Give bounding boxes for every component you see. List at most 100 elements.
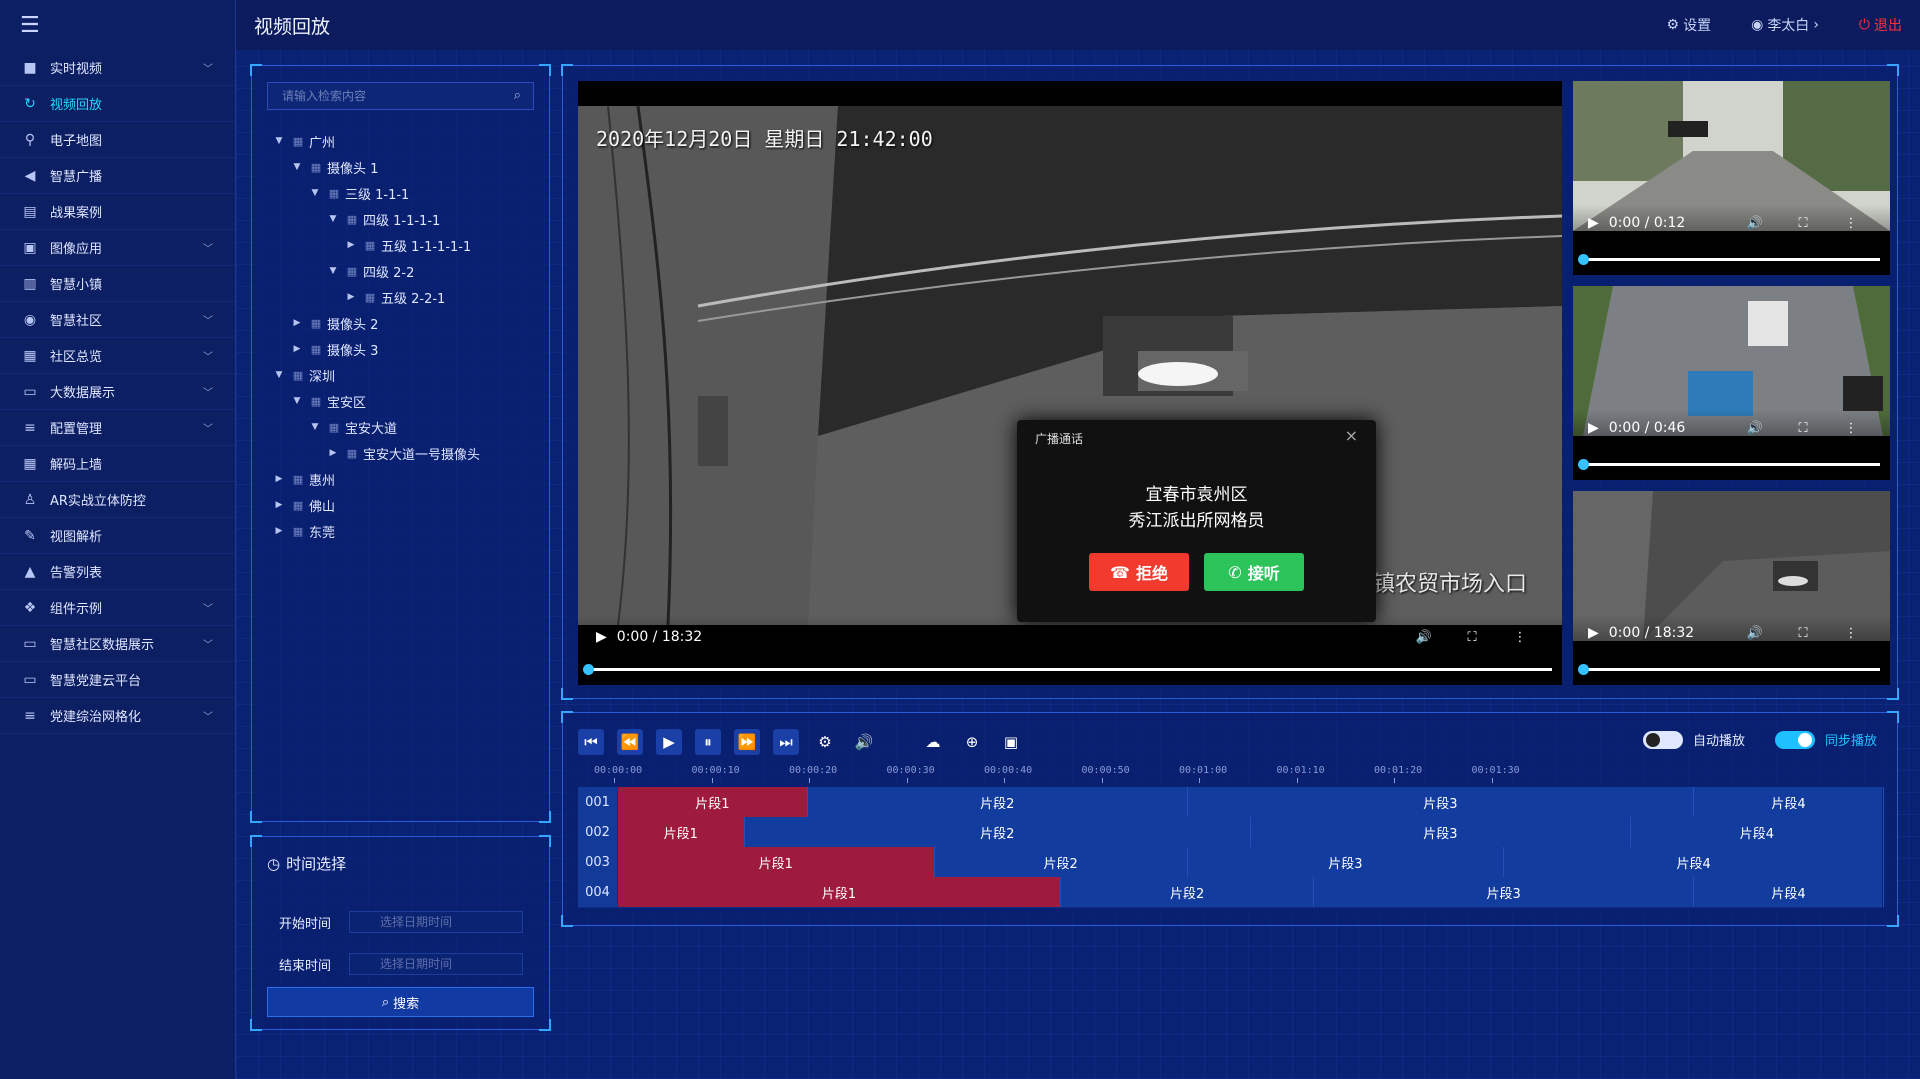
caret-down-icon[interactable]: ▼ xyxy=(308,422,322,432)
tree-node[interactable]: ▶ ▦ 五级 1-1-1-1-1 xyxy=(272,232,549,258)
progress-knob[interactable] xyxy=(1578,459,1589,470)
tree-node[interactable]: ▶ ▦ 摄像头 2 xyxy=(272,310,549,336)
thumb-progress-bar-3[interactable] xyxy=(1578,664,1880,675)
sidebar-item-12[interactable]: ♙ AR实战立体防控 xyxy=(0,482,235,518)
more-options-icon[interactable]: ⋮ xyxy=(1496,630,1544,645)
fullscreen-icon[interactable]: ⛶ xyxy=(1779,421,1827,436)
tree-node[interactable]: ▶ ▦ 东莞 xyxy=(272,518,549,544)
tree-node[interactable]: ▼ ▦ 四级 1-1-1-1 xyxy=(272,206,549,232)
caret-right-icon[interactable]: ▶ xyxy=(326,448,340,458)
settings-link[interactable]: ⚙ 设置 xyxy=(1667,15,1712,35)
sidebar-item-3[interactable]: ◀ 智慧广播 xyxy=(0,158,235,194)
progress-knob[interactable] xyxy=(1578,254,1589,265)
end-time-input[interactable] xyxy=(349,953,523,975)
fullscreen-icon[interactable]: ⛶ xyxy=(1779,626,1827,641)
close-icon[interactable]: × xyxy=(1345,426,1358,445)
caret-right-icon[interactable]: ▶ xyxy=(344,292,358,302)
sidebar-item-4[interactable]: ▤ 战果案例 xyxy=(0,194,235,230)
video-progress-bar[interactable] xyxy=(583,664,1552,675)
sidebar-item-6[interactable]: ▥ 智慧小镇 xyxy=(0,266,235,302)
tree-node[interactable]: ▶ ▦ 宝安大道一号摄像头 xyxy=(272,440,549,466)
timeline-segment[interactable]: 片段3 xyxy=(1251,817,1631,847)
caret-right-icon[interactable]: ▶ xyxy=(290,318,304,328)
tree-node[interactable]: ▼ ▦ 宝安大道 xyxy=(272,414,549,440)
sidebar-item-18[interactable]: ≡ 党建综治网格化 ﹀ xyxy=(0,698,235,734)
caret-down-icon[interactable]: ▼ xyxy=(290,396,304,406)
tree-node[interactable]: ▼ ▦ 广州 xyxy=(272,128,549,154)
tree-search-input[interactable] xyxy=(282,89,492,103)
sidebar-item-14[interactable]: ▲ 告警列表 xyxy=(0,554,235,590)
thumb-progress-bar-1[interactable] xyxy=(1578,254,1880,265)
sidebar-item-8[interactable]: ▦ 社区总览 ﹀ xyxy=(0,338,235,374)
sidebar-item-5[interactable]: ▣ 图像应用 ﹀ xyxy=(0,230,235,266)
progress-knob[interactable] xyxy=(1578,664,1589,675)
sidebar-item-10[interactable]: ≡ 配置管理 ﹀ xyxy=(0,410,235,446)
sidebar-item-0[interactable]: ■ 实时视频 ﹀ xyxy=(0,50,235,86)
skip-end-icon[interactable]: ⏭ xyxy=(773,729,799,755)
fullscreen-icon[interactable]: ⛶ xyxy=(1779,216,1827,231)
play-icon[interactable]: ▶ xyxy=(656,729,682,755)
volume-icon[interactable]: 🔊 xyxy=(1400,630,1448,645)
caret-down-icon[interactable]: ▼ xyxy=(326,266,340,276)
tree-node[interactable]: ▼ ▦ 深圳 xyxy=(272,362,549,388)
sidebar-item-7[interactable]: ◉ 智慧社区 ﹀ xyxy=(0,302,235,338)
tree-node[interactable]: ▶ ▦ 五级 2-2-1 xyxy=(272,284,549,310)
sidebar-item-17[interactable]: ▭ 智慧党建云平台 xyxy=(0,662,235,698)
more-options-icon[interactable]: ⋮ xyxy=(1827,626,1875,641)
image-icon[interactable]: ▣ xyxy=(998,729,1024,755)
timeline-segment[interactable]: 片段4 xyxy=(1504,847,1884,877)
caret-down-icon[interactable]: ▼ xyxy=(308,188,322,198)
sidebar-item-16[interactable]: ▭ 智慧社区数据展示 ﹀ xyxy=(0,626,235,662)
play-icon[interactable]: ▶ xyxy=(1588,420,1599,436)
progress-knob[interactable] xyxy=(583,664,594,675)
more-options-icon[interactable]: ⋮ xyxy=(1827,216,1875,231)
rewind-icon[interactable]: ⏪ xyxy=(617,729,643,755)
search-button[interactable]: ⌕ 搜索 xyxy=(267,987,534,1017)
timeline-segment[interactable]: 片段4 xyxy=(1694,787,1884,817)
tree-node[interactable]: ▼ ▦ 四级 2-2 xyxy=(272,258,549,284)
caret-right-icon[interactable]: ▶ xyxy=(272,500,286,510)
sidebar-item-2[interactable]: ⚲ 电子地图 xyxy=(0,122,235,158)
caret-down-icon[interactable]: ▼ xyxy=(326,214,340,224)
skip-start-icon[interactable]: ⏮ xyxy=(578,729,604,755)
cloud-download-icon[interactable]: ☁ xyxy=(920,729,946,755)
timeline-segment[interactable]: 片段3 xyxy=(1188,787,1695,817)
timeline-segment[interactable]: 片段1 xyxy=(618,877,1062,907)
timeline-segment[interactable]: 片段2 xyxy=(935,847,1188,877)
reject-call-button[interactable]: ☎ 拒绝 xyxy=(1089,553,1189,591)
accept-call-button[interactable]: ✆ 接听 xyxy=(1204,553,1304,591)
volume-icon[interactable]: 🔊 xyxy=(1731,421,1779,436)
timeline-segment[interactable]: 片段3 xyxy=(1314,877,1695,907)
timeline-segment[interactable]: 片段4 xyxy=(1631,817,1884,847)
pause-icon[interactable]: ⏸ xyxy=(695,729,721,755)
caret-right-icon[interactable]: ▶ xyxy=(290,344,304,354)
logout-link[interactable]: ⏻ 退出 xyxy=(1859,15,1902,35)
timeline-segment[interactable]: 片段2 xyxy=(745,817,1251,847)
tree-node[interactable]: ▶ ▦ 佛山 xyxy=(272,492,549,518)
caret-right-icon[interactable]: ▶ xyxy=(272,526,286,536)
caret-right-icon[interactable]: ▶ xyxy=(344,240,358,250)
caret-down-icon[interactable]: ▼ xyxy=(290,162,304,172)
fullscreen-icon[interactable]: ⛶ xyxy=(1448,630,1496,645)
tree-node[interactable]: ▶ ▦ 摄像头 3 xyxy=(272,336,549,362)
timeline-segment[interactable]: 片段2 xyxy=(808,787,1188,817)
user-menu[interactable]: ◉ 李太白 › xyxy=(1751,15,1819,35)
sync-play-toggle[interactable] xyxy=(1775,730,1815,749)
caret-down-icon[interactable]: ▼ xyxy=(272,136,286,146)
volume-icon[interactable]: 🔊 xyxy=(1731,216,1779,231)
volume-icon[interactable]: 🔊 xyxy=(1731,626,1779,641)
caret-down-icon[interactable]: ▼ xyxy=(272,370,286,380)
fast-forward-icon[interactable]: ⏩ xyxy=(734,729,760,755)
timeline-segment[interactable]: 片段3 xyxy=(1188,847,1505,877)
tree-node[interactable]: ▶ ▦ 惠州 xyxy=(272,466,549,492)
sidebar-item-15[interactable]: ❖ 组件示例 ﹀ xyxy=(0,590,235,626)
timeline-segment[interactable]: 片段2 xyxy=(1061,877,1315,907)
tree-node[interactable]: ▼ ▦ 摄像头 1 xyxy=(272,154,549,180)
search-icon[interactable]: ⌕ xyxy=(514,88,521,103)
zoom-in-icon[interactable]: ⊕ xyxy=(959,729,985,755)
thumb-video-player-3[interactable]: ▶ 0:00 / 18:32 🔊 ⛶ ⋮ xyxy=(1573,491,1890,685)
thumb-progress-bar-2[interactable] xyxy=(1578,459,1880,470)
play-icon[interactable]: ▶ xyxy=(1588,625,1599,641)
caret-right-icon[interactable]: ▶ xyxy=(272,474,286,484)
sidebar-item-13[interactable]: ✎ 视图解析 xyxy=(0,518,235,554)
